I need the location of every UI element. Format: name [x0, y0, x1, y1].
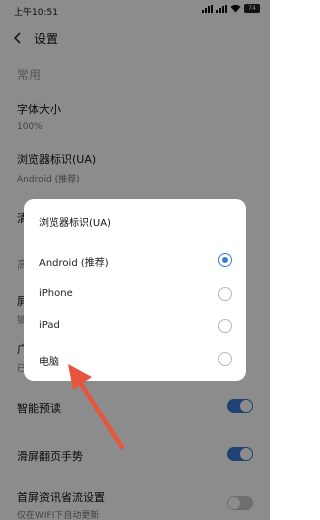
option-android[interactable]: Android (推荐) [24, 245, 246, 277]
option-label: Android (推荐) [39, 258, 109, 269]
option-label: iPhone [39, 288, 73, 299]
option-desktop[interactable]: 电脑 [24, 344, 246, 376]
dialog-title: 浏览器标识(UA) [39, 218, 111, 229]
option-iphone[interactable]: iPhone [24, 279, 246, 311]
radio-checked-icon[interactable] [218, 253, 232, 267]
option-label: iPad [39, 320, 60, 331]
option-ipad[interactable]: iPad [24, 311, 246, 343]
ua-dialog: 浏览器标识(UA) Android (推荐) iPhone iPad 电脑 [24, 199, 246, 381]
radio-icon[interactable] [218, 287, 232, 301]
radio-icon[interactable] [218, 319, 232, 333]
option-label: 电脑 [39, 357, 59, 368]
radio-icon[interactable] [218, 352, 232, 366]
